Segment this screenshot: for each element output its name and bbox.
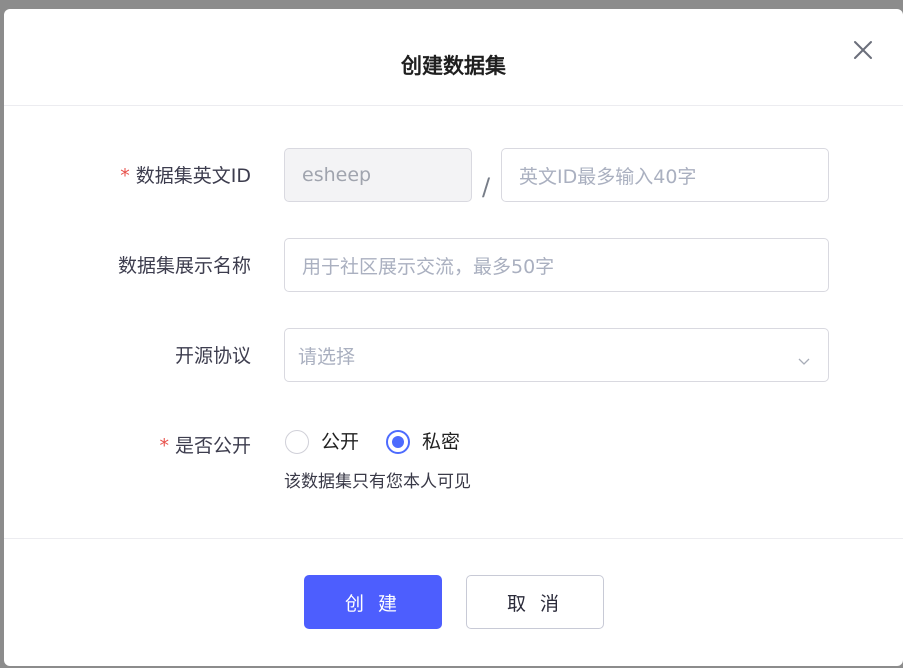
required-mark: *	[159, 435, 169, 457]
id-separator: /	[482, 173, 491, 201]
radio-private[interactable]	[386, 430, 410, 454]
dataset-id-label-row: * 数据集英文ID	[4, 162, 251, 190]
namespace-value: esheep	[302, 164, 372, 186]
display-name-label: 数据集展示名称	[117, 255, 251, 277]
footer-divider	[4, 538, 903, 539]
required-mark: *	[120, 165, 130, 187]
namespace-input: esheep	[284, 148, 472, 202]
dialog-title: 创建数据集	[401, 54, 506, 78]
radio-selected-dot	[392, 436, 404, 448]
visibility-label: 是否公开	[174, 435, 251, 457]
create-button[interactable]: 创 建	[304, 575, 442, 629]
license-label: 开源协议	[174, 345, 251, 367]
visibility-hint: 该数据集只有您本人可见	[284, 472, 471, 492]
dialog-header: 创建数据集	[4, 9, 903, 106]
display-name-input[interactable]: 用于社区展示交流，最多50字	[284, 238, 829, 292]
radio-private-label[interactable]: 私密	[422, 428, 460, 456]
radio-public[interactable]	[285, 430, 309, 454]
license-placeholder: 请选择	[298, 345, 356, 368]
license-select[interactable]: 请选择	[284, 328, 829, 382]
chevron-down-icon	[798, 349, 810, 371]
visibility-label-row: * 是否公开	[4, 432, 251, 460]
dataset-id-label: 数据集英文ID	[135, 165, 251, 187]
dataset-id-input[interactable]: 英文ID最多输入40字	[501, 148, 829, 202]
radio-public-label[interactable]: 公开	[321, 428, 359, 456]
create-dataset-dialog: 创建数据集 * 数据集英文ID esheep / 英文ID最多输入40字 数据集展…	[4, 9, 903, 666]
display-name-placeholder: 用于社区展示交流，最多50字	[302, 255, 555, 278]
dataset-id-placeholder: 英文ID最多输入40字	[519, 165, 697, 188]
cancel-button[interactable]: 取 消	[466, 575, 604, 629]
close-icon[interactable]	[850, 37, 876, 63]
